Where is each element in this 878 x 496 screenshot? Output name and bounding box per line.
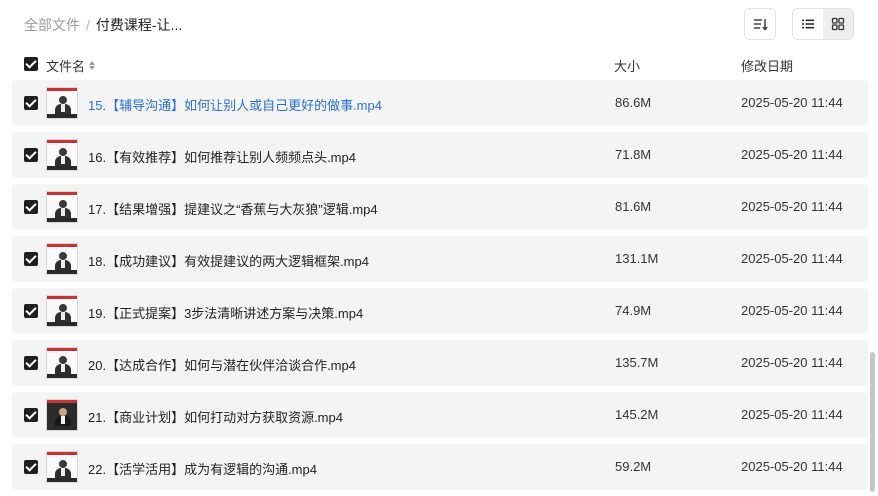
file-row[interactable]: 19.【正式提案】3步法清晰讲述方案与决策.mp4 74.9M 2025-05-… — [12, 288, 868, 334]
row-checkbox[interactable] — [24, 356, 38, 370]
select-all-checkbox[interactable] — [24, 57, 38, 71]
file-name[interactable]: 19.【正式提案】3步法清晰讲述方案与决策.mp4 — [88, 303, 363, 322]
video-thumbnail — [46, 399, 78, 431]
file-size: 74.9M — [615, 303, 652, 318]
grid-view-icon — [831, 17, 845, 31]
video-thumbnail — [46, 451, 78, 483]
file-date: 2025-05-20 11:44 — [741, 147, 843, 162]
file-date: 2025-05-20 11:44 — [741, 95, 843, 110]
file-row[interactable]: 21.【商业计划】如何打动对方获取资源.mp4 145.2M 2025-05-2… — [12, 392, 868, 438]
file-date: 2025-05-20 11:44 — [741, 407, 843, 422]
file-size: 131.1M — [615, 251, 659, 266]
breadcrumb: 全部文件 / 付费课程-让... — [24, 15, 182, 35]
file-name[interactable]: 15.【辅导沟通】如何让别人或自己更好的做事.mp4 — [88, 95, 382, 114]
list-view-button[interactable] — [793, 9, 823, 39]
video-thumbnail — [46, 191, 78, 223]
row-checkbox[interactable] — [24, 96, 38, 110]
grid-view-button[interactable] — [823, 9, 853, 39]
file-name[interactable]: 22.【活学活用】成为有逻辑的沟通.mp4 — [88, 459, 317, 478]
column-header-modified: 修改日期 — [741, 59, 794, 74]
file-size: 71.8M — [615, 147, 652, 162]
list-view-icon — [802, 19, 814, 29]
file-size: 145.2M — [615, 407, 659, 422]
file-size: 135.7M — [615, 355, 659, 370]
row-checkbox[interactable] — [24, 148, 38, 162]
file-date: 2025-05-20 11:44 — [741, 199, 843, 214]
column-header-name-label: 文件名 — [46, 59, 86, 74]
file-name[interactable]: 21.【商业计划】如何打动对方获取资源.mp4 — [88, 407, 343, 426]
video-thumbnail — [46, 347, 78, 379]
file-size: 86.6M — [615, 95, 652, 110]
sort-list-icon — [754, 19, 768, 31]
file-row[interactable]: 16.【有效推荐】如何推荐让别人频频点头.mp4 71.8M 2025-05-2… — [12, 132, 868, 178]
file-name[interactable]: 16.【有效推荐】如何推荐让别人频频点头.mp4 — [88, 147, 356, 166]
file-name[interactable]: 17.【结果增强】提建议之“香蕉与大灰狼”逻辑.mp4 — [88, 199, 378, 218]
breadcrumb-separator: / — [86, 17, 90, 33]
sort-arrows-icon[interactable] — [89, 61, 96, 70]
file-row[interactable]: 17.【结果增强】提建议之“香蕉与大灰狼”逻辑.mp4 81.6M 2025-0… — [12, 184, 868, 230]
file-name[interactable]: 20.【达成合作】如何与潜在伙伴洽谈合作.mp4 — [88, 355, 356, 374]
column-header-size: 大小 — [614, 59, 641, 74]
file-date: 2025-05-20 11:44 — [741, 303, 843, 318]
file-date: 2025-05-20 11:44 — [741, 251, 843, 266]
file-row[interactable]: 20.【达成合作】如何与潜在伙伴洽谈合作.mp4 135.7M 2025-05-… — [12, 340, 868, 386]
file-row[interactable]: 22.【活学活用】成为有逻辑的沟通.mp4 59.2M 2025-05-20 1… — [12, 444, 868, 490]
row-checkbox[interactable] — [24, 252, 38, 266]
file-list: 15.【辅导沟通】如何让别人或自己更好的做事.mp4 86.6M 2025-05… — [12, 80, 868, 496]
row-checkbox[interactable] — [24, 304, 38, 318]
file-size: 81.6M — [615, 199, 652, 214]
file-name[interactable]: 18.【成功建议】有效提建议的两大逻辑框架.mp4 — [88, 251, 369, 270]
row-checkbox[interactable] — [24, 408, 38, 422]
video-thumbnail — [46, 243, 78, 275]
sort-button[interactable] — [744, 8, 776, 40]
table-header: 文件名 大小 修改日期 — [12, 50, 868, 78]
file-date: 2025-05-20 11:44 — [741, 459, 843, 474]
file-row[interactable]: 18.【成功建议】有效提建议的两大逻辑框架.mp4 131.1M 2025-05… — [12, 236, 868, 282]
file-date: 2025-05-20 11:44 — [741, 355, 843, 370]
breadcrumb-current[interactable]: 付费课程-让... — [96, 17, 182, 33]
file-size: 59.2M — [615, 459, 652, 474]
file-row[interactable]: 15.【辅导沟通】如何让别人或自己更好的做事.mp4 86.6M 2025-05… — [12, 80, 868, 126]
view-toggle — [792, 8, 854, 40]
video-thumbnail — [46, 295, 78, 327]
breadcrumb-root[interactable]: 全部文件 — [24, 17, 80, 33]
row-checkbox[interactable] — [24, 460, 38, 474]
row-checkbox[interactable] — [24, 200, 38, 214]
top-bar: 全部文件 / 付费课程-让... — [0, 0, 878, 48]
column-header-name[interactable]: 文件名 — [46, 56, 96, 75]
video-thumbnail — [46, 87, 78, 119]
vertical-scrollbar[interactable] — [870, 352, 875, 492]
video-thumbnail — [46, 139, 78, 171]
